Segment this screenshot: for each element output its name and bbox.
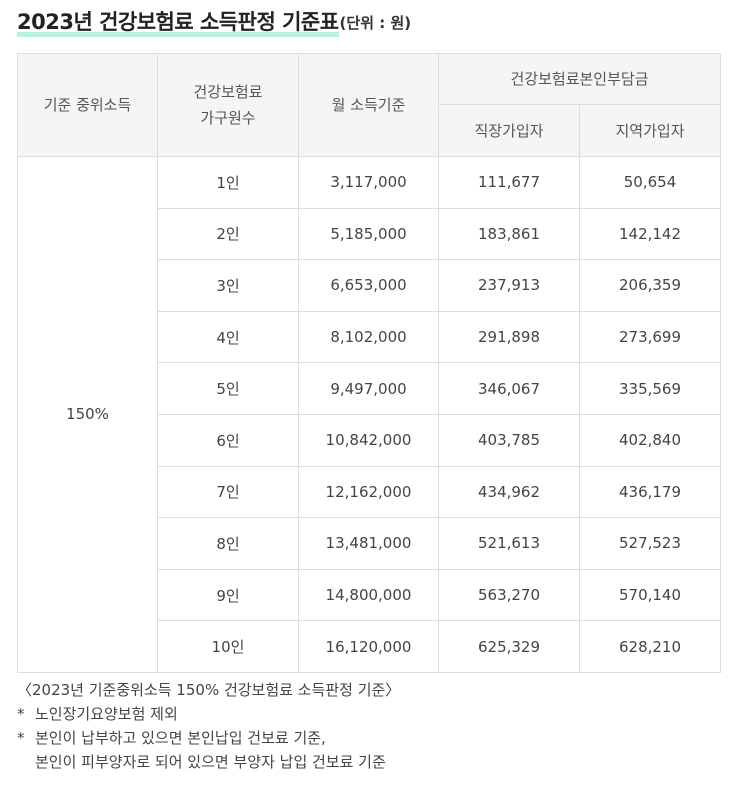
header-median-income: 기준 중위소득 bbox=[17, 53, 158, 157]
cell-employee: 521,613 bbox=[438, 517, 580, 570]
cell-employee: 403,785 bbox=[438, 413, 580, 467]
header-regional: 지역가입자 bbox=[578, 104, 722, 157]
cell-employee: 291,898 bbox=[438, 310, 580, 364]
notes-caption: 〈2023년 기준중위소득 150% 건강보험료 소득판정 기준〉 bbox=[17, 681, 401, 699]
cell-members: 1인 bbox=[157, 156, 299, 209]
cell-income: 13,481,000 bbox=[298, 517, 439, 570]
cell-members: 5인 bbox=[157, 362, 299, 415]
cell-members: 4인 bbox=[157, 310, 299, 364]
cell-employee: 434,962 bbox=[438, 465, 580, 519]
header-household-line2: 가구원수 bbox=[200, 109, 256, 127]
cell-income: 5,185,000 bbox=[298, 207, 439, 261]
note-text: 본인이 납부하고 있으면 본인납입 건보료 기준, bbox=[35, 729, 326, 747]
cell-income: 16,120,000 bbox=[298, 620, 439, 673]
cell-income: 9,497,000 bbox=[298, 362, 439, 415]
table-notes: 〈2023년 기준중위소득 150% 건강보험료 소득판정 기준〉 * 노인장기요… bbox=[17, 678, 400, 774]
cell-income: 3,117,000 bbox=[298, 156, 439, 209]
title-main: 2023년 건강보험료 소득판정 기준표 bbox=[17, 6, 339, 37]
note-star: * bbox=[17, 705, 25, 723]
header-monthly-income: 월 소득기준 bbox=[298, 53, 439, 157]
cell-income: 14,800,000 bbox=[298, 568, 439, 622]
cell-employee: 111,677 bbox=[438, 156, 580, 209]
cell-regional: 436,179 bbox=[578, 465, 722, 519]
title-unit: (단위 : 원) bbox=[339, 14, 412, 32]
cell-employee: 346,067 bbox=[438, 362, 580, 415]
page-title: 2023년 건강보험료 소득판정 기준표 (단위 : 원) bbox=[17, 6, 411, 37]
cell-income: 12,162,000 bbox=[298, 465, 439, 519]
cell-members: 10인 bbox=[157, 620, 299, 673]
note-continuation: 본인이 피부양자로 되어 있으면 부양자 납입 건보료 기준 bbox=[35, 753, 386, 771]
cell-members: 6인 bbox=[157, 413, 299, 467]
cell-regional: 273,699 bbox=[578, 310, 722, 364]
table-row: 150% 1인 3,117,000 111,677 50,654 bbox=[17, 156, 722, 673]
cell-employee: 183,861 bbox=[438, 207, 580, 261]
note-item: * 노인장기요양보험 제외 bbox=[17, 702, 400, 726]
note-item: * 본인이 납부하고 있으면 본인납입 건보료 기준, bbox=[17, 726, 400, 750]
cell-members: 2인 bbox=[157, 207, 299, 261]
header-employee: 직장가입자 bbox=[438, 104, 580, 157]
cell-income: 6,653,000 bbox=[298, 259, 439, 312]
cell-members: 7인 bbox=[157, 465, 299, 519]
median-income-value: 150% bbox=[17, 156, 158, 673]
cell-members: 8인 bbox=[157, 517, 299, 570]
cell-regional: 50,654 bbox=[578, 156, 722, 209]
cell-members: 3인 bbox=[157, 259, 299, 312]
header-burden-group: 건강보험료본인부담금 bbox=[437, 53, 722, 105]
note-star: * bbox=[17, 729, 25, 747]
cell-regional: 206,359 bbox=[578, 259, 722, 312]
cell-regional: 570,140 bbox=[578, 568, 722, 622]
cell-regional: 142,142 bbox=[578, 207, 722, 261]
table-body: 150% 1인 3,117,000 111,677 50,654 2인 5,18… bbox=[17, 156, 722, 673]
cell-employee: 237,913 bbox=[438, 259, 580, 312]
income-criteria-table: 기준 중위소득 건강보험료 가구원수 월 소득기준 건강보험료본인부담금 직장가… bbox=[17, 53, 722, 673]
note-text: 노인장기요양보험 제외 bbox=[35, 705, 178, 723]
cell-employee: 563,270 bbox=[438, 568, 580, 622]
cell-regional: 628,210 bbox=[578, 620, 722, 673]
cell-members: 9인 bbox=[157, 568, 299, 622]
header-household-line1: 건강보험료 bbox=[193, 83, 263, 101]
cell-income: 10,842,000 bbox=[298, 413, 439, 467]
cell-income: 8,102,000 bbox=[298, 310, 439, 364]
cell-regional: 527,523 bbox=[578, 517, 722, 570]
cell-regional: 402,840 bbox=[578, 413, 722, 467]
cell-regional: 335,569 bbox=[578, 362, 722, 415]
cell-employee: 625,329 bbox=[438, 620, 580, 673]
header-household-members: 건강보험료 가구원수 bbox=[157, 53, 299, 157]
table-header: 기준 중위소득 건강보험료 가구원수 월 소득기준 건강보험료본인부담금 직장가… bbox=[17, 53, 722, 157]
